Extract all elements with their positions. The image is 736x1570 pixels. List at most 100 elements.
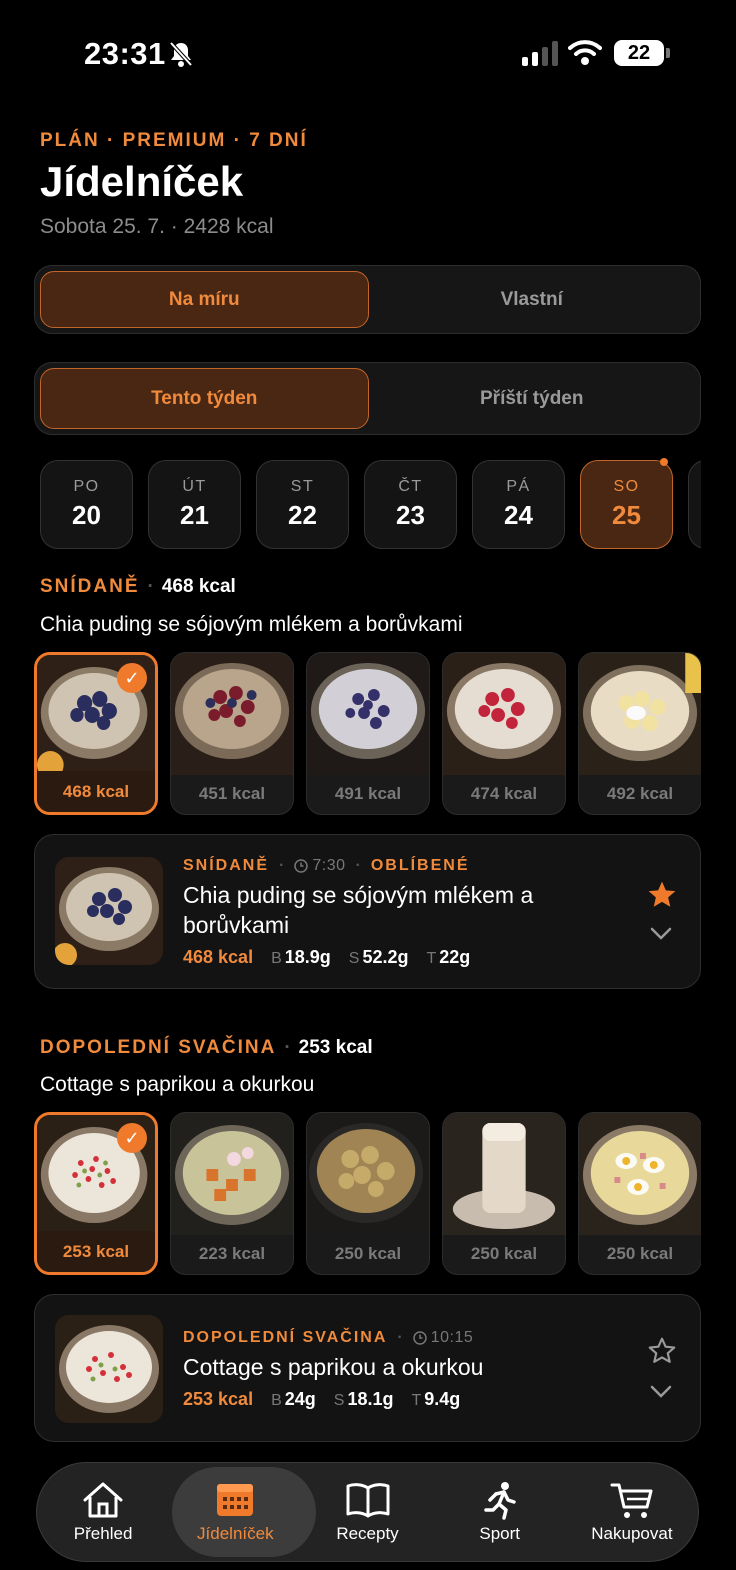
day-name: PO [73,478,100,495]
day-name: ÚT [182,478,207,495]
tab-label: Recepty [336,1524,399,1543]
plan-option-own[interactable]: Vlastní [369,271,696,328]
meal-card[interactable]: SNÍDANĚ · 7:30 · OBLÍBENÉ Chia puding se… [34,834,701,989]
day-name: ČT [398,478,423,495]
meal-card-time: 7:30 [312,857,346,874]
week-option-this[interactable]: Tento týden [40,368,369,429]
meal-option[interactable]: 250 kcal [442,1112,566,1275]
meal-option-selected[interactable]: ✓ 468 kcal [34,652,158,815]
option-kcal: 250 kcal [470,1243,538,1263]
option-kcal: 451 kcal [198,783,266,803]
food-image [307,653,429,775]
option-kcal: 223 kcal [198,1243,266,1263]
clock-icon [294,859,309,873]
meal-option[interactable]: 250 kcal [306,1112,430,1275]
meal-option[interactable]: 250 kcal [578,1112,701,1275]
macro-carbs: S 18.1g [333,1389,394,1409]
plan-option-custom-fit[interactable]: Na míru [40,271,369,328]
tab-label: Jídelníček [197,1524,274,1543]
tab-sport[interactable]: Sport [434,1463,566,1561]
food-image [443,1113,565,1235]
meal-section-label: SNÍDANĚ · 468 kcal [40,576,236,597]
meal-card-meta: DOPOLEDNÍ SVAČINA · 10:15 [183,1329,474,1346]
option-kcal: 491 kcal [334,783,402,803]
star-outline-icon[interactable] [646,1335,678,1367]
chevron-down-icon[interactable] [650,927,672,941]
meal-option[interactable]: 491 kcal [306,652,430,815]
home-icon [83,1482,123,1518]
day-chip[interactable]: ÚT 21 [148,460,241,549]
cart-icon [610,1483,653,1518]
star-filled-icon[interactable] [646,879,678,911]
food-image [171,1113,293,1235]
day-chip-selected[interactable]: SO 25 [580,460,673,549]
bottom-tab-bar: Přehled Jídelníček Recepty Sport Nakupov… [36,1462,699,1562]
day-date: 24 [504,500,533,530]
tab-recipes[interactable]: Recepty [301,1463,433,1561]
week-option-next[interactable]: Příští týden [369,368,696,429]
battery-indicator: 22 [614,40,664,66]
meal-options: ✓ 468 kcal 451 kcal 491 kcal 474 kcal 49… [34,652,701,817]
tab-shopping[interactable]: Nakupovat [566,1463,698,1561]
option-kcal: 250 kcal [606,1243,674,1263]
day-chip[interactable]: ČT 23 [364,460,457,549]
meal-card-tag: OBLÍBENÉ [370,857,470,874]
meal-option[interactable]: 223 kcal [170,1112,294,1275]
calendar-icon [217,1484,254,1516]
macro-carbs: S 52.2g [348,947,409,967]
meal-option[interactable]: 492 kcal [578,652,701,815]
food-image [55,1315,163,1423]
day-date: 20 [72,500,101,530]
macro-protein: B 24g [271,1389,316,1409]
day-name: PÁ [506,478,531,495]
day-date: 21 [180,500,209,530]
tab-meal-plan[interactable]: Jídelníček [169,1463,317,1561]
food-image [307,1113,429,1235]
day-chip-partial[interactable] [688,460,701,549]
day-chip[interactable]: ST 22 [256,460,349,549]
meal-options: ✓ 253 kcal 223 kcal 250 kcal 250 kcal 25… [34,1112,701,1277]
meal-card-kcal: 253 kcal [183,1389,254,1409]
meal-option[interactable]: 474 kcal [442,652,566,815]
food-image [171,653,293,775]
day-name: SO [613,478,640,495]
meal-card[interactable]: DOPOLEDNÍ SVAČINA · 10:15 Cottage s papr… [34,1294,701,1442]
option-kcal: 492 kcal [606,783,674,803]
plan-eyebrow: PLÁN · PREMIUM · 7 DNÍ [40,130,308,151]
bell-muted-icon [169,41,193,67]
tab-overview[interactable]: Přehled [37,1463,169,1561]
meal-name: DOPOLEDNÍ SVAČINA [40,1037,277,1058]
meal-card-image [55,857,163,965]
option-kcal: 253 kcal [37,1231,155,1272]
page-title: Jídelníček [40,158,244,205]
meal-card-title: Cottage s paprikou a okurkou [183,1354,484,1380]
meal-option-selected[interactable]: ✓ 253 kcal [34,1112,158,1275]
day-selector: PO 20 ÚT 21 ST 22 ČT 23 PÁ 24 SO 25 [40,460,701,550]
meal-section-label: DOPOLEDNÍ SVAČINA · 253 kcal [40,1037,373,1058]
food-image [579,1113,701,1235]
macro-fat: T 22g [426,947,471,967]
option-kcal: 474 kcal [470,783,538,803]
meal-card-meta: SNÍDANĚ · 7:30 · OBLÍBENÉ [183,857,470,874]
option-kcal: 250 kcal [334,1243,402,1263]
macro-fat: T 9.4g [411,1389,461,1409]
meal-card-macros: 253 kcal B 24g S 18.1g T 9.4g [183,1389,460,1410]
page-subtitle: Sobota 25. 7. · 2428 kcal [40,215,274,238]
status-time: 23:31 [84,36,166,71]
wifi-icon [568,40,602,65]
meal-option[interactable]: 451 kcal [170,652,294,815]
day-chip[interactable]: PO 20 [40,460,133,549]
meal-card-type: DOPOLEDNÍ SVAČINA [183,1329,388,1346]
meal-card-image [55,1315,163,1423]
day-chip[interactable]: PÁ 24 [472,460,565,549]
status-bar: 23:31 22 [0,0,736,108]
chevron-down-icon[interactable] [650,1385,672,1399]
food-image [443,653,565,775]
clock-icon [412,1331,427,1345]
battery-tip [666,48,670,58]
meal-kcal: 253 kcal [298,1037,373,1058]
meal-dish-name: Cottage s paprikou a okurkou [40,1073,315,1096]
food-image [55,857,163,965]
plan-type-toggle: Na míru Vlastní [34,265,701,334]
macro-protein: B 18.9g [271,947,331,967]
